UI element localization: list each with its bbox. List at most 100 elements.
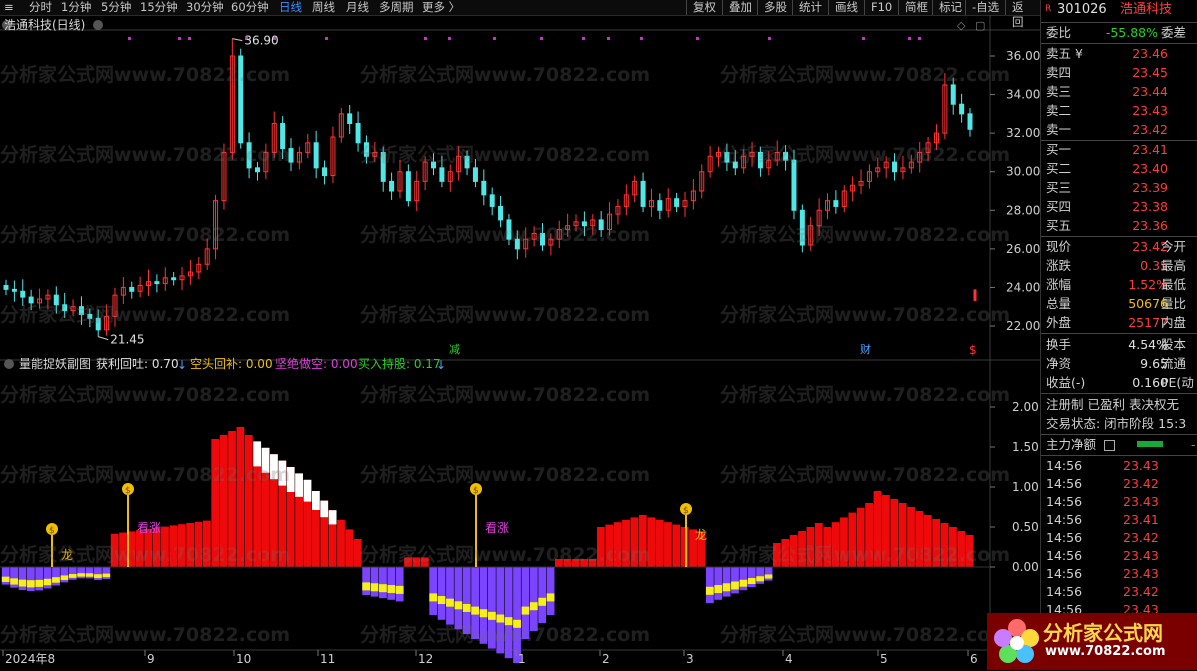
indicator-red-bar <box>563 559 572 567</box>
stat-row: 涨跌 0.35 最高 <box>1041 256 1197 275</box>
signal-dot <box>493 37 496 40</box>
ask-row: 卖五 ¥ 23.46 <box>1041 44 1197 63</box>
row-label: 外盘 <box>1046 315 1072 330</box>
period-tab-10[interactable]: 更多 〉 <box>422 0 460 15</box>
toolbar-button-2[interactable]: 多股 <box>757 0 793 15</box>
indicator-yellow-bar <box>538 597 547 606</box>
period-tab-2[interactable]: 5分钟 <box>101 0 131 15</box>
chart-svg[interactable]: 浩通科技(日线) ◇ ▢36.0034.0032.0030.0028.0026.00… <box>0 15 1040 668</box>
row-label: 买四 <box>1046 199 1072 214</box>
quote-sidebar: R 301026 浩通科技 委比 -55.88% 委差 卖五 ¥ 23.46 卖四 2… <box>1040 0 1197 670</box>
signal-label: 看涨 <box>137 520 161 535</box>
indicator-yellow-bar <box>379 584 387 593</box>
row-extra: 今开 <box>1161 239 1187 254</box>
high-pointer <box>232 38 243 42</box>
stat-row: 外盘 25177 内盘 <box>1041 313 1197 332</box>
period-tab-5[interactable]: 60分钟 <box>231 0 269 15</box>
indicator-y-label: 0.50 <box>1012 520 1039 534</box>
bid-row: 买四 23.38 <box>1041 197 1197 216</box>
row-label: 净资 <box>1046 356 1072 371</box>
candle-body <box>799 209 805 246</box>
tick-price: 23.43 <box>1123 494 1159 509</box>
toolbar-button-9[interactable]: 返回 <box>1005 0 1040 29</box>
period-tab-1[interactable]: 1分钟 <box>61 0 91 15</box>
indicator-yellow-bar <box>462 603 471 612</box>
period-tab-7[interactable]: 周线 <box>312 0 335 15</box>
indicator-yellow-bar <box>85 573 94 577</box>
indicator-red-bar <box>404 557 412 567</box>
indicator-red-bar <box>177 524 186 567</box>
toolbar-button-1[interactable]: 叠加 <box>722 0 758 15</box>
signal-dot <box>640 37 643 40</box>
candle-body <box>498 205 504 221</box>
indicator-red-bar <box>119 532 127 567</box>
menu-icon[interactable]: ≡ <box>4 0 14 15</box>
toolbar-button-0[interactable]: 复权 <box>686 0 722 15</box>
indicator-red-bar <box>781 539 790 567</box>
row-label: 卖五 ¥ <box>1046 46 1083 61</box>
indicator-yellow-bar <box>395 585 404 594</box>
signal-label: 龙 <box>61 548 73 562</box>
signal-dot <box>540 37 543 40</box>
period-tab-3[interactable]: 15分钟 <box>140 0 178 15</box>
candle-body <box>724 151 730 163</box>
signal-dot <box>607 37 610 40</box>
tick-row: 14:56 23.43 <box>1041 565 1197 583</box>
toolbar-button-7[interactable]: 标记 <box>932 0 968 15</box>
row-label: 买一 <box>1046 142 1072 157</box>
indicator-yellow-bar <box>764 574 773 579</box>
row-extra: 最低 <box>1161 277 1187 292</box>
indicator-yellow-bar <box>731 581 739 590</box>
toolbar-button-6[interactable]: 简框 <box>898 0 934 15</box>
candle-body <box>380 151 386 182</box>
indicator-yellow-bar <box>747 578 756 584</box>
period-tab-4[interactable]: 30分钟 <box>186 0 224 15</box>
main-flow-row[interactable]: 主力净额 - <box>1041 435 1197 454</box>
indicator-red-bar <box>630 517 639 567</box>
ask-row: 卖三 23.44 <box>1041 82 1197 101</box>
indicator-purple-bar <box>521 567 530 639</box>
low-label: 21.45 <box>110 333 144 347</box>
indicator-yellow-bar <box>10 578 18 585</box>
signal-dot <box>424 37 427 40</box>
indicator-red-bar <box>228 431 236 567</box>
candle-body <box>959 103 965 115</box>
indicator-red-bar <box>965 535 974 567</box>
period-tab-9[interactable]: 多周期 <box>379 0 414 15</box>
signal-dot <box>918 37 921 40</box>
toolbar-button-8[interactable]: -自选 <box>965 0 1005 15</box>
indicator-purple-bar <box>488 567 496 649</box>
signal-dot <box>908 37 911 40</box>
period-tab-8[interactable]: 月线 <box>346 0 369 15</box>
indicator-red-bar <box>135 530 144 567</box>
marker-cai: 财 <box>860 342 871 356</box>
tick-row: 14:56 23.42 <box>1041 475 1197 493</box>
candle-body <box>674 198 680 207</box>
indicator-red-bar <box>923 515 932 567</box>
toolbar-button-5[interactable]: F10 <box>864 0 898 15</box>
marker-dollar: $ <box>969 343 977 357</box>
period-tab-6[interactable]: 日线 <box>279 0 302 15</box>
signal-dot <box>128 37 131 40</box>
candle-body <box>78 306 84 315</box>
indicator-settings-icon <box>4 359 14 369</box>
row-value: 23.41 <box>1132 142 1168 157</box>
indicator-white-bar <box>311 491 320 510</box>
toolbar-button-4[interactable]: 画线 <box>828 0 864 15</box>
indicator-purple-bar <box>429 567 438 615</box>
indicator-red-bar <box>680 527 689 567</box>
indicator-red-bar <box>161 526 169 567</box>
list-icon[interactable] <box>1104 440 1115 451</box>
indicator-red-bar <box>840 517 848 567</box>
tick-row: 14:56 23.41 <box>1041 511 1197 529</box>
chart-area: 浩通科技(日线) ◇ ▢ 36.00 34.00 32.00 30.00 28.00 26.00… <box>0 15 1040 668</box>
indicator-yellow-bar <box>488 611 496 620</box>
indicator-yellow-bar <box>362 582 371 591</box>
period-tab-0[interactable]: 分时 <box>29 0 52 15</box>
indicator-yellow-bar <box>26 580 35 588</box>
indicator-red-bar <box>571 559 580 567</box>
toolbar-button-3[interactable]: 统计 <box>792 0 828 15</box>
y-tick-label: 30.00 <box>1006 165 1040 179</box>
marker-jian: 减 <box>449 343 460 356</box>
indicator-yellow-bar <box>714 585 723 594</box>
